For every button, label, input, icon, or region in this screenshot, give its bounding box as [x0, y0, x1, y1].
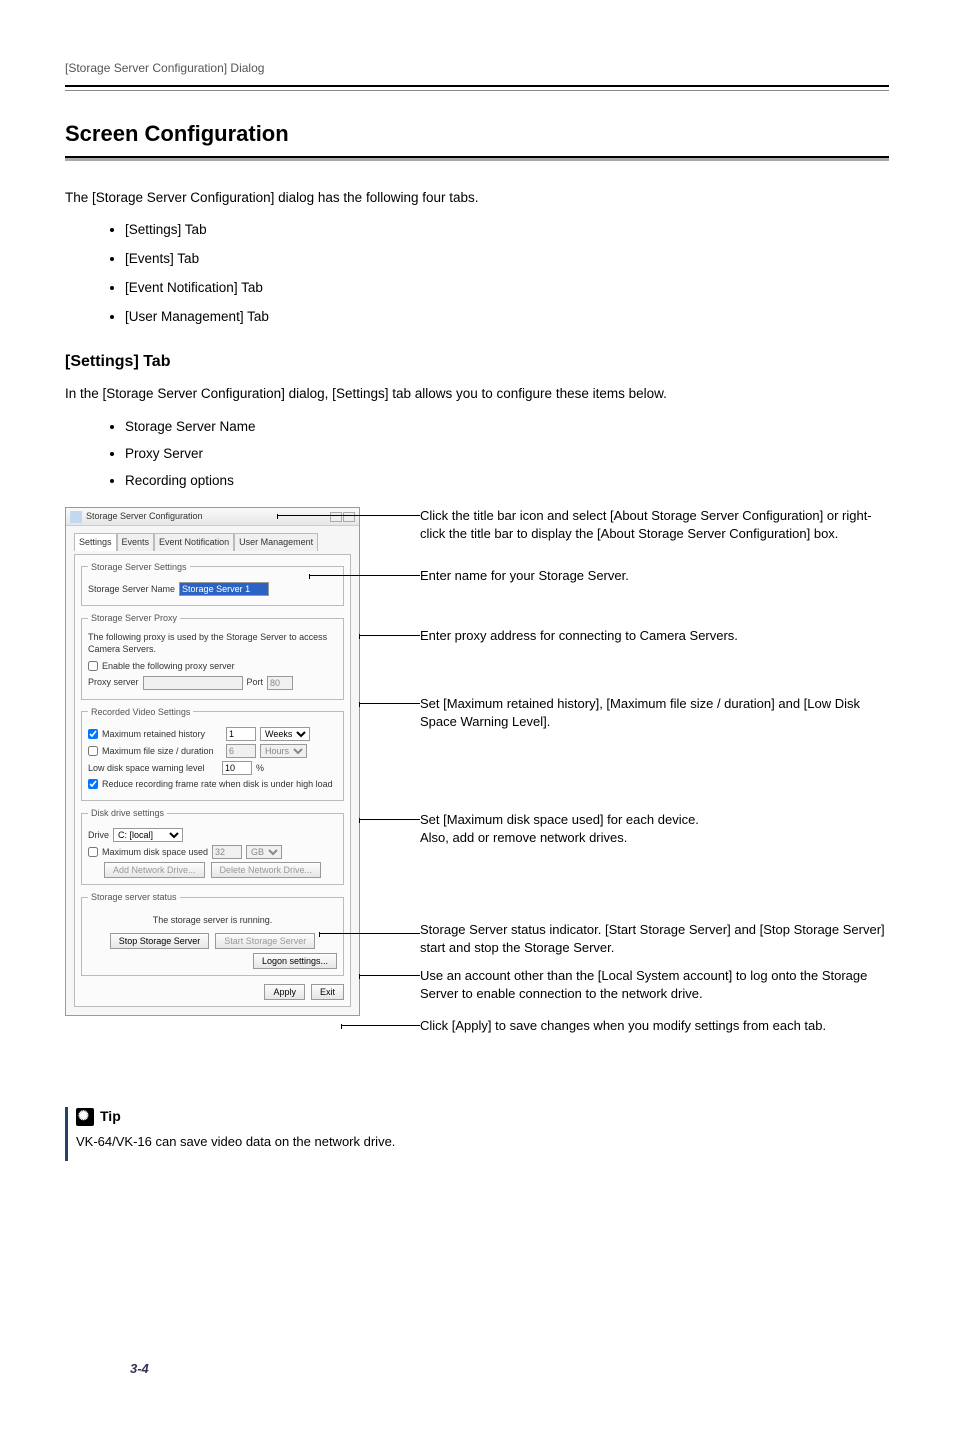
annotation-recorded-video: Set [Maximum retained history], [Maximum… — [420, 695, 889, 730]
annotation-server-name: Enter name for your Storage Server. — [420, 567, 889, 585]
minimize-icon[interactable] — [330, 512, 342, 522]
items-bullet-list: Storage Server Name Proxy Server Recordi… — [65, 418, 889, 491]
tab-strip: SettingsEventsEvent NotificationUser Man… — [74, 532, 351, 550]
tab-events[interactable]: Events — [117, 533, 155, 551]
apply-button[interactable]: Apply — [264, 984, 305, 1000]
max-history-checkbox[interactable] — [88, 729, 98, 739]
window-buttons — [330, 512, 355, 522]
stop-server-button[interactable]: Stop Storage Server — [110, 933, 210, 949]
list-item: Recording options — [125, 472, 889, 491]
reduce-framerate-label: Reduce recording frame rate when disk is… — [102, 778, 333, 791]
list-item: [User Management] Tab — [125, 308, 889, 327]
list-item: Storage Server Name — [125, 418, 889, 437]
group-server-status: Storage server status The storage server… — [81, 891, 344, 975]
tabs-bullet-list: [Settings] Tab [Events] Tab [Event Notif… — [65, 221, 889, 327]
server-status-text: The storage server is running. — [88, 914, 337, 927]
list-item: [Events] Tab — [125, 250, 889, 269]
rule-thin — [65, 90, 889, 91]
logon-settings-button[interactable]: Logon settings... — [253, 953, 337, 969]
max-disk-input[interactable] — [212, 845, 242, 859]
tip-label: Tip — [100, 1107, 121, 1127]
rule-thick — [65, 85, 889, 87]
page-breadcrumb: [Storage Server Configuration] Dialog — [65, 60, 889, 77]
exit-button[interactable]: Exit — [311, 984, 344, 1000]
intro-paragraph: The [Storage Server Configuration] dialo… — [65, 189, 889, 208]
drive-select[interactable]: C: [local] — [113, 828, 183, 842]
enable-proxy-checkbox[interactable] — [88, 661, 98, 671]
annotation-status: Storage Server status indicator. [Start … — [420, 921, 889, 956]
dialog-screenshot: Storage Server Configuration SettingsEve… — [65, 507, 360, 1016]
group-disk-drive: Disk drive settings Drive C: [local] Max… — [81, 807, 344, 886]
annotation-apply: Click [Apply] to save changes when you m… — [420, 1017, 889, 1035]
tip-text: VK-64/VK-16 can save video data on the n… — [76, 1133, 889, 1151]
proxy-description: The following proxy is used by the Stora… — [88, 631, 337, 656]
group-proxy: Storage Server Proxy The following proxy… — [81, 612, 344, 699]
max-history-label: Maximum retained history — [102, 728, 222, 741]
group-legend: Storage Server Settings — [88, 561, 190, 574]
annotation-logon: Use an account other than the [Local Sys… — [420, 967, 889, 1002]
annotation-proxy: Enter proxy address for connecting to Ca… — [420, 627, 889, 645]
start-server-button[interactable]: Start Storage Server — [215, 933, 315, 949]
proxy-port-input[interactable] — [267, 676, 293, 690]
annotation-titlebar: Click the title bar icon and select [Abo… — [420, 507, 889, 542]
annotations-column: Click the title bar icon and select [Abo… — [360, 507, 889, 1077]
low-disk-label: Low disk space warning level — [88, 762, 218, 775]
tab-panel: Storage Server Settings Storage Server N… — [74, 554, 351, 1007]
reduce-framerate-checkbox[interactable] — [88, 779, 98, 789]
tip-box: Tip VK-64/VK-16 can save video data on t… — [65, 1107, 889, 1161]
add-network-drive-button[interactable]: Add Network Drive... — [104, 862, 205, 878]
drive-label: Drive — [88, 829, 109, 842]
max-history-unit-select[interactable]: Weeks — [260, 727, 310, 741]
max-history-input[interactable] — [226, 727, 256, 741]
server-name-input[interactable] — [179, 582, 269, 596]
max-filesize-label: Maximum file size / duration — [102, 745, 222, 758]
close-icon[interactable] — [343, 512, 355, 522]
list-item: [Settings] Tab — [125, 221, 889, 240]
title-underline — [65, 156, 889, 161]
max-disk-label: Maximum disk space used — [102, 846, 208, 859]
group-legend: Storage Server Proxy — [88, 612, 180, 625]
server-name-label: Storage Server Name — [88, 583, 175, 596]
low-disk-unit: % — [256, 762, 264, 775]
group-legend: Recorded Video Settings — [88, 706, 193, 719]
group-legend: Disk drive settings — [88, 807, 167, 820]
low-disk-input[interactable] — [222, 761, 252, 775]
proxy-server-label: Proxy server — [88, 676, 139, 689]
group-legend: Storage server status — [88, 891, 180, 904]
dialog-titlebar[interactable]: Storage Server Configuration — [66, 508, 359, 526]
proxy-port-label: Port — [247, 676, 264, 689]
window-title: Storage Server Configuration — [86, 510, 203, 523]
max-filesize-input[interactable] — [226, 744, 256, 758]
group-recorded-video: Recorded Video Settings Maximum retained… — [81, 706, 344, 801]
page-title: Screen Configuration — [65, 119, 889, 150]
delete-network-drive-button[interactable]: Delete Network Drive... — [211, 862, 322, 878]
group-server-settings: Storage Server Settings Storage Server N… — [81, 561, 344, 607]
max-filesize-unit-select[interactable]: Hours — [260, 744, 307, 758]
page-number: 3-4 — [130, 1360, 149, 1378]
section-intro: In the [Storage Server Configuration] di… — [65, 385, 889, 404]
window-icon — [70, 511, 82, 523]
list-item: [Event Notification] Tab — [125, 279, 889, 298]
max-disk-checkbox[interactable] — [88, 847, 98, 857]
proxy-server-input[interactable] — [143, 676, 243, 690]
tab-user-management[interactable]: User Management — [234, 533, 318, 551]
annotation-disk-drive: Set [Maximum disk space used] for each d… — [420, 811, 889, 846]
max-filesize-checkbox[interactable] — [88, 746, 98, 756]
enable-proxy-label: Enable the following proxy server — [102, 660, 235, 673]
list-item: Proxy Server — [125, 445, 889, 464]
tab-settings[interactable]: Settings — [74, 533, 117, 551]
section-heading: [Settings] Tab — [65, 351, 889, 373]
max-disk-unit-select[interactable]: GB — [246, 845, 282, 859]
tip-icon — [76, 1108, 94, 1126]
tab-event-notification[interactable]: Event Notification — [154, 533, 234, 551]
